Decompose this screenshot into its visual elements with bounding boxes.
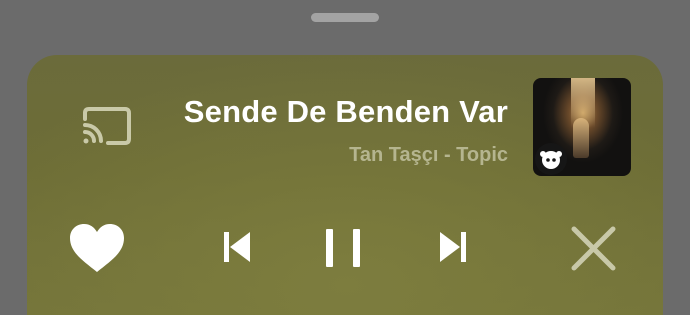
skip-next-icon[interactable] [440, 231, 466, 263]
cast-icon[interactable] [82, 107, 132, 145]
drag-handle[interactable] [311, 13, 379, 22]
app-badge-icon [535, 143, 567, 175]
pause-icon[interactable] [324, 229, 364, 267]
track-artist[interactable]: Tan Taşçı - Topic [349, 144, 508, 167]
skip-previous-icon[interactable] [224, 231, 250, 263]
album-art-figure [573, 118, 589, 158]
close-icon[interactable] [571, 226, 616, 271]
track-title[interactable]: Sende De Benden Var [184, 94, 508, 130]
heart-icon[interactable] [68, 222, 126, 274]
